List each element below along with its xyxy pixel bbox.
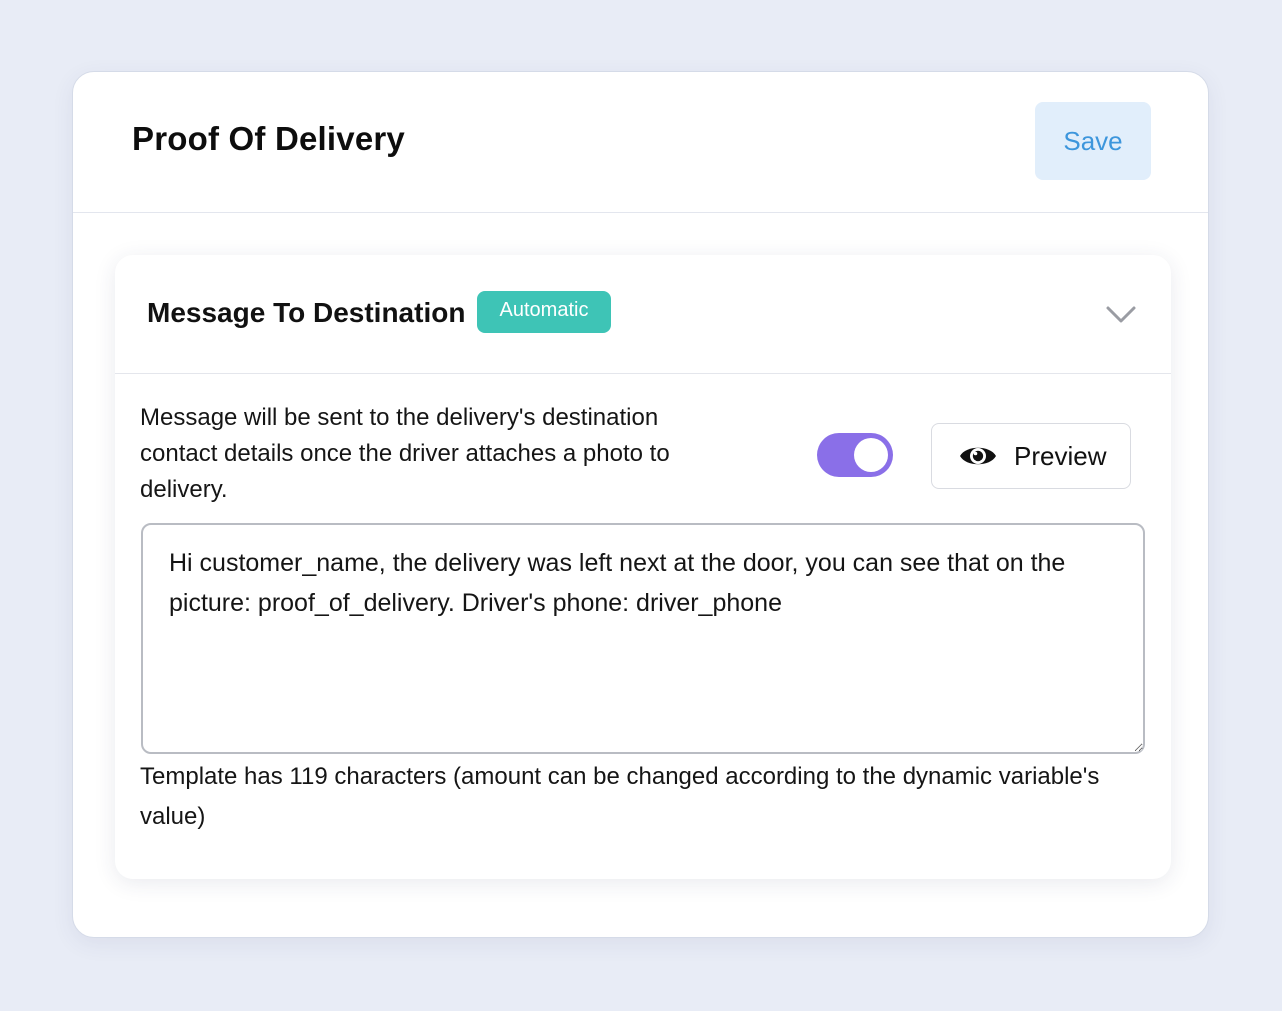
save-button[interactable]: Save	[1035, 102, 1151, 180]
eye-icon	[960, 447, 996, 465]
character-count-text: Template has 119 characters (amount can …	[140, 763, 1100, 830]
preview-label: Preview	[1014, 440, 1107, 471]
message-to-destination-card: Message To Destination Automatic Message…	[115, 255, 1171, 879]
card-title: Message To Destination	[147, 297, 466, 328]
card-header[interactable]: Message To Destination Automatic	[115, 255, 1171, 374]
toggle-knob	[854, 438, 888, 472]
message-template-textarea[interactable]: Hi customer_name, the delivery was left …	[141, 523, 1145, 754]
enable-toggle[interactable]	[817, 433, 893, 477]
page-title: Proof Of Delivery	[132, 120, 405, 157]
automatic-badge: Automatic	[477, 291, 611, 333]
panel-header: Proof Of Delivery Save	[73, 72, 1208, 213]
message-description: Message will be sent to the delivery's d…	[140, 404, 670, 503]
settings-panel: Proof Of Delivery Save Message To Destin…	[72, 71, 1209, 938]
preview-button[interactable]: Preview	[931, 423, 1131, 489]
chevron-down-icon[interactable]	[1104, 299, 1138, 329]
